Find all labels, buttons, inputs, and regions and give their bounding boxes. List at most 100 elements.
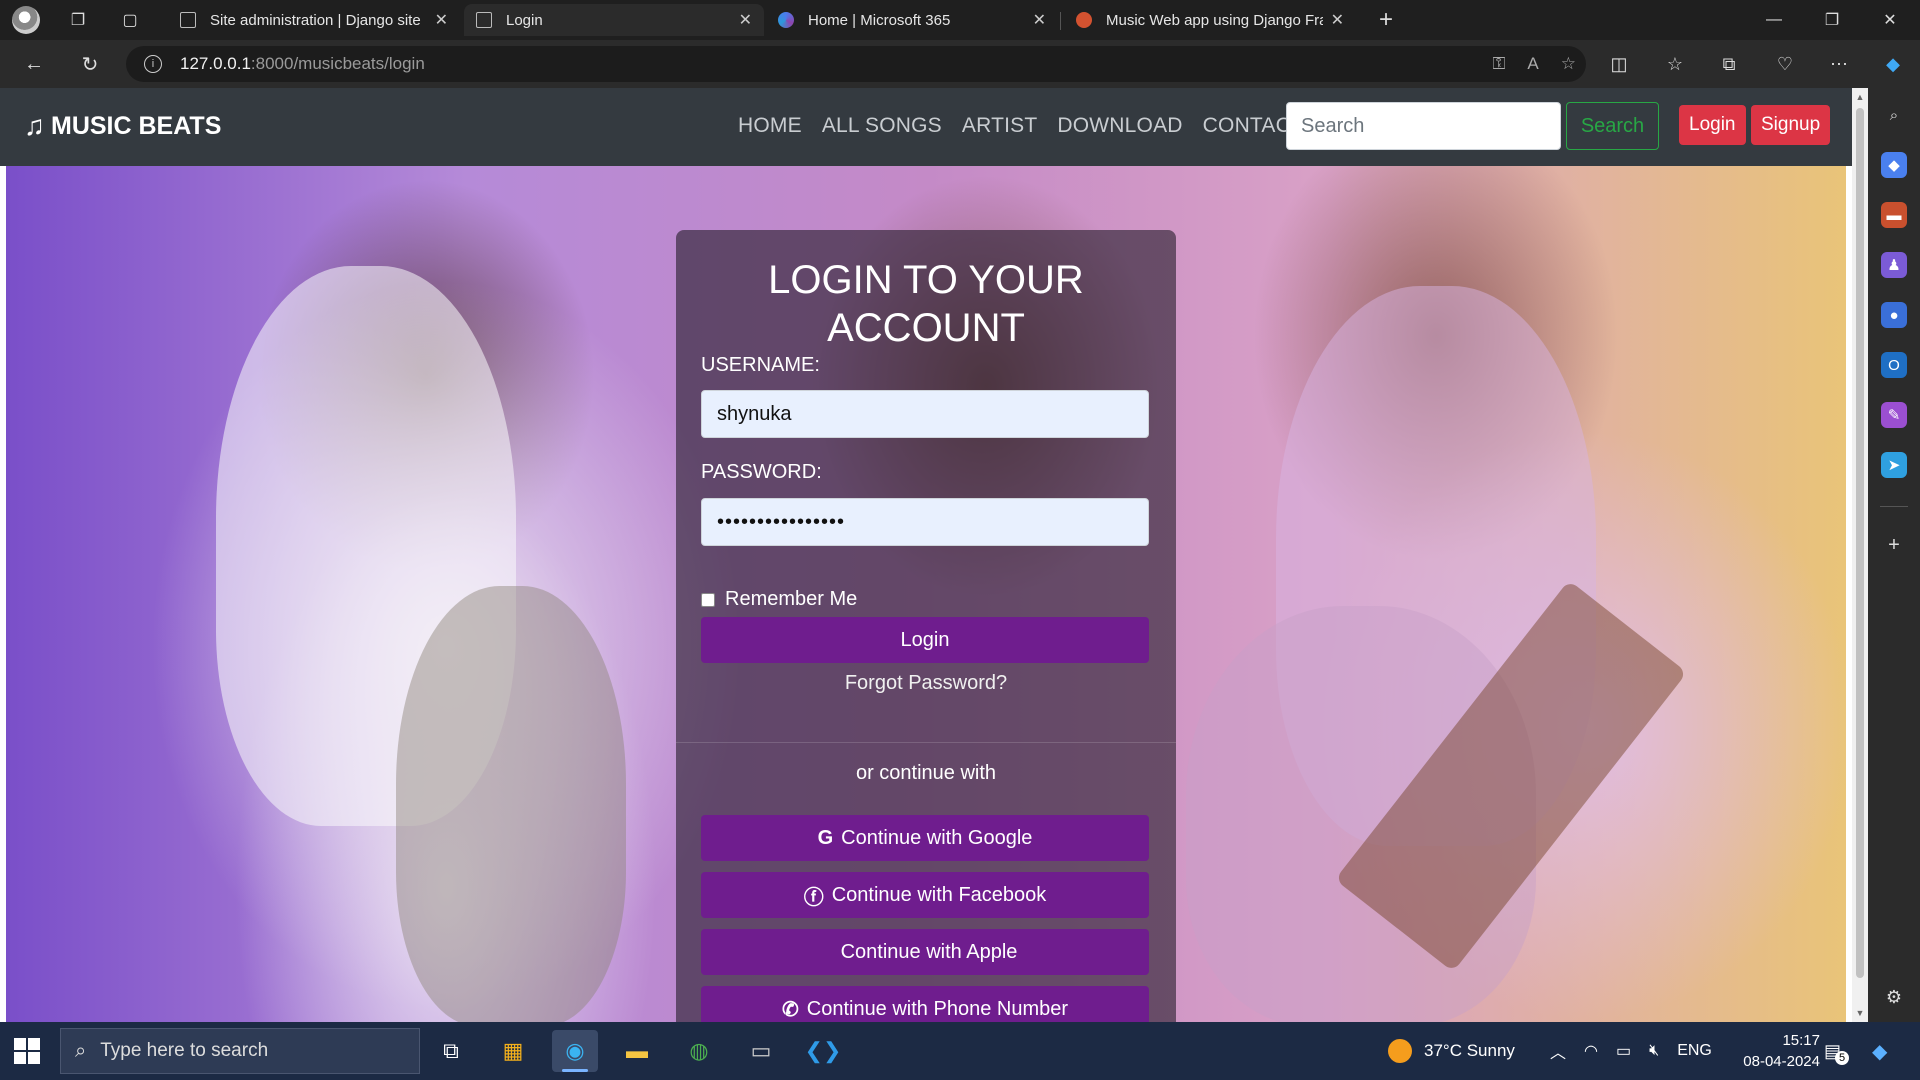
task-view-icon[interactable]: ⧉	[428, 1030, 474, 1072]
profile-avatar[interactable]	[12, 6, 40, 34]
continue-apple-button[interactable]: Continue with Apple	[701, 929, 1149, 975]
nav-home[interactable]: HOME	[738, 114, 802, 138]
send-icon[interactable]: ➤	[1881, 452, 1907, 478]
document-icon	[476, 12, 492, 28]
edge-sidebar: ⌕ ◆ ▬ ♟ ● O ✎ ➤ + ⚙	[1868, 88, 1920, 1022]
nav-download[interactable]: DOWNLOAD	[1057, 114, 1182, 138]
wifi-icon[interactable]: ◠	[1584, 1041, 1598, 1061]
tab-music-web-app[interactable]: Music Web app using Django Fra ✕	[1064, 4, 1356, 36]
read-aloud-icon[interactable]: A	[1527, 54, 1538, 74]
tab-microsoft365[interactable]: Home | Microsoft 365 ✕	[766, 4, 1058, 36]
site-navbar: ♫ MUSIC BEATS HOME ALL SONGS ARTIST DOWN…	[0, 88, 1852, 166]
continue-google-button[interactable]: G Continue with Google	[701, 815, 1149, 861]
continue-phone-button[interactable]: ✆ Continue with Phone Number	[701, 986, 1149, 1022]
volume-muted-icon[interactable]: 🔇︎	[1649, 1042, 1659, 1060]
username-input[interactable]	[701, 390, 1149, 438]
performer-figure	[396, 586, 626, 1022]
games-icon[interactable]: ♟	[1881, 252, 1907, 278]
scroll-thumb[interactable]	[1856, 108, 1864, 978]
close-tab-icon[interactable]: ✕	[1331, 10, 1344, 30]
refresh-button[interactable]: ↻	[72, 48, 108, 80]
divider	[676, 742, 1176, 743]
designer-icon[interactable]: ✎	[1881, 402, 1907, 428]
restore-button[interactable]: ❐	[1804, 0, 1860, 40]
system-tray: ︿ ◠ ▭ 🔇︎ ENG	[1550, 1022, 1712, 1080]
taskbar-search-box[interactable]: ⌕ Type here to search	[60, 1028, 420, 1074]
password-label: PASSWORD:	[701, 461, 822, 483]
phone-icon: ✆	[781, 998, 799, 1021]
url-host: 127.0.0.1	[180, 54, 251, 73]
close-tab-icon[interactable]: ✕	[435, 10, 448, 30]
microsoft365-icon[interactable]: ●	[1881, 302, 1907, 328]
edge-browser-icon[interactable]: ◉	[552, 1030, 598, 1072]
search-icon[interactable]: ⌕	[1881, 102, 1907, 128]
continue-facebook-button[interactable]: ⓕ Continue with Facebook	[701, 872, 1149, 918]
settings-gear-icon[interactable]: ⚙	[1881, 984, 1907, 1010]
copilot-icon[interactable]: ◆	[1878, 50, 1908, 78]
close-tab-icon[interactable]: ✕	[739, 10, 752, 30]
shopping-tag-icon[interactable]: ◆	[1881, 152, 1907, 178]
tab-actions-icon[interactable]: ▢	[114, 5, 146, 35]
vscode-icon[interactable]: ❮❯	[800, 1030, 846, 1072]
file-explorer-icon[interactable]: ▬	[614, 1030, 660, 1072]
music-note-icon: ♫	[24, 110, 45, 141]
tab-login[interactable]: Login ✕	[464, 4, 764, 36]
battery-icon[interactable]: ▭	[1616, 1041, 1631, 1061]
nav-artist[interactable]: ARTIST	[962, 114, 1038, 138]
copilot-icon[interactable]: ◆	[1872, 1022, 1887, 1080]
page-scrollbar[interactable]: ▲ ▼	[1852, 88, 1868, 1022]
scroll-down-arrow[interactable]: ▼	[1855, 1008, 1865, 1018]
chrome-icon[interactable]: ◍	[676, 1030, 722, 1072]
language-indicator[interactable]: ENG	[1677, 1042, 1712, 1060]
forgot-password-link[interactable]: Forgot Password?	[676, 672, 1176, 695]
close-tab-icon[interactable]: ✕	[1033, 10, 1046, 30]
tab-django-admin[interactable]: Site administration | Django site ✕	[168, 4, 460, 36]
clock[interactable]: 15:17 08-04-2024	[1743, 1030, 1820, 1072]
login-submit-button[interactable]: Login	[701, 617, 1149, 663]
remember-me[interactable]: Remember Me	[701, 588, 857, 611]
workspaces-icon[interactable]: ❐	[62, 5, 94, 35]
or-continue-text: or continue with	[855, 762, 997, 784]
sidebar-separator	[1880, 506, 1908, 507]
search-icon: ⌕	[75, 1039, 87, 1062]
tools-icon[interactable]: ▬	[1881, 202, 1907, 228]
web-viewport: ♫ MUSIC BEATS HOME ALL SONGS ARTIST DOWN…	[0, 88, 1868, 1022]
password-input[interactable]	[701, 498, 1149, 546]
more-menu-icon[interactable]: ⋯	[1824, 50, 1854, 78]
scroll-up-arrow[interactable]: ▲	[1855, 92, 1865, 102]
add-icon[interactable]: +	[1881, 532, 1907, 558]
nav-all-songs[interactable]: ALL SONGS	[822, 114, 942, 138]
browser-essentials-icon[interactable]: ♡	[1770, 50, 1800, 78]
notifications-icon[interactable]: ▤ 5	[1824, 1022, 1850, 1080]
outlook-icon[interactable]: O	[1881, 352, 1907, 378]
favorites-icon[interactable]: ☆	[1660, 50, 1690, 78]
site-search-input[interactable]	[1286, 102, 1561, 150]
new-tab-button[interactable]: +	[1370, 5, 1402, 35]
terminal-icon[interactable]: ▭	[738, 1030, 784, 1072]
weather-widget[interactable]: 37°C Sunny	[1388, 1022, 1515, 1080]
address-bar[interactable]: i 127.0.0.1:8000/musicbeats/login ⚿ A ☆	[126, 46, 1586, 82]
windows-start-icon[interactable]	[14, 1038, 40, 1064]
clock-time: 15:17	[1782, 1032, 1820, 1049]
nav-login-button[interactable]: Login	[1679, 105, 1746, 145]
back-button[interactable]: ←	[16, 48, 52, 80]
clock-date: 08-04-2024	[1743, 1053, 1820, 1070]
site-info-icon[interactable]: i	[144, 55, 162, 73]
powerpoint-icon	[1076, 12, 1092, 28]
nav-signup-button[interactable]: Signup	[1751, 105, 1831, 145]
key-icon[interactable]: ⚿	[1492, 54, 1505, 74]
windows-taskbar: ⌕ Type here to search ⧉ ▦ ◉ ▬ ◍ ▭ ❮❯ 37°…	[0, 1022, 1920, 1080]
site-brand[interactable]: ♫ MUSIC BEATS	[24, 110, 221, 142]
collections-icon[interactable]: ⧉	[1714, 50, 1744, 78]
split-screen-icon[interactable]: ◫	[1604, 50, 1634, 78]
favorite-star-icon[interactable]: ☆	[1561, 54, 1576, 74]
close-window-button[interactable]: ✕	[1862, 0, 1918, 40]
microsoft-store-icon[interactable]: ▦	[490, 1030, 536, 1072]
sun-icon	[1388, 1039, 1412, 1063]
remember-me-checkbox[interactable]	[701, 592, 715, 607]
chevron-up-icon[interactable]: ︿	[1550, 1039, 1566, 1063]
minimize-button[interactable]: —	[1746, 0, 1802, 40]
login-card: LOGIN TO YOUR ACCOUNT USERNAME: PASSWORD…	[676, 230, 1176, 1022]
notification-count-badge: 5	[1835, 1051, 1850, 1065]
site-search-button[interactable]: Search	[1566, 102, 1659, 150]
